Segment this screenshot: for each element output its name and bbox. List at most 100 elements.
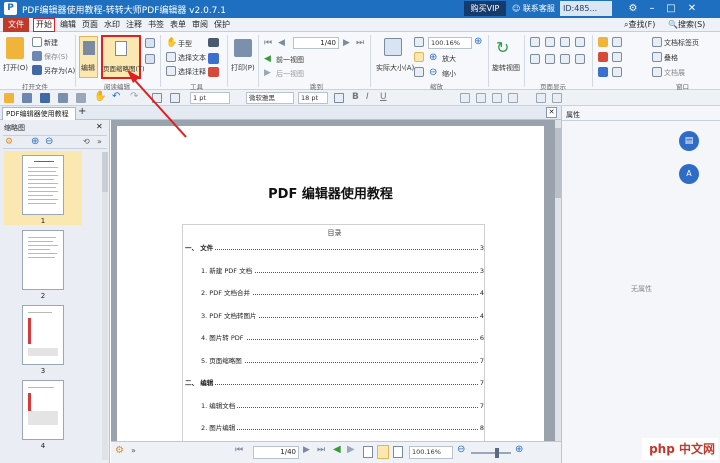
toc-entry[interactable]: 3. PDF 文档转图片 4 xyxy=(183,310,486,321)
doc-tabs-icon[interactable] xyxy=(652,37,662,47)
menu-annotate[interactable]: 注释 xyxy=(125,18,143,32)
status-last-page-icon[interactable]: ⏭ xyxy=(317,445,325,455)
buy-vip-button[interactable]: 购买VIP xyxy=(464,1,506,16)
align-center-icon[interactable] xyxy=(476,93,486,103)
print-icon[interactable] xyxy=(234,39,252,57)
menu-file[interactable]: 文件 xyxy=(3,18,29,32)
status-single-view-icon[interactable] xyxy=(363,446,373,458)
thumb-rotate-icon[interactable]: ⟲ xyxy=(83,137,90,146)
align-right-icon[interactable] xyxy=(492,93,502,103)
settings-icon[interactable]: ⚙ xyxy=(626,2,640,15)
cascade-icon[interactable] xyxy=(612,52,622,62)
font-size-select[interactable]: 18 pt xyxy=(298,92,328,104)
fit-page-icon[interactable] xyxy=(145,38,155,48)
open-folder-icon[interactable] xyxy=(6,37,24,59)
menu-start[interactable]: 开始 xyxy=(33,18,55,32)
thumb-zoom-in-icon[interactable]: ⊕ xyxy=(31,136,39,147)
menu-form[interactable]: 表单 xyxy=(169,18,187,32)
thumbnail-scroll-thumb[interactable] xyxy=(102,152,108,192)
thumb-zoom-out-icon[interactable]: ⊖ xyxy=(45,136,53,147)
minimize-icon[interactable]: – xyxy=(645,2,659,15)
print-quick-icon[interactable] xyxy=(58,93,68,103)
font-family-select[interactable]: 微软雅黑 xyxy=(246,92,294,104)
save-as-button[interactable]: 另存为(A) xyxy=(44,66,75,76)
cover-icon[interactable] xyxy=(575,37,585,47)
fit-width-zoom-icon[interactable] xyxy=(414,67,424,77)
doc-split-button[interactable]: 文档展 xyxy=(664,68,685,78)
toc-entry[interactable]: 4. 图片转 PDF 6 xyxy=(183,333,486,343)
menu-review[interactable]: 审阅 xyxy=(191,18,209,32)
zoom-select[interactable]: 100.16% xyxy=(428,37,472,49)
zoom-out-button[interactable]: 缩小 xyxy=(442,69,456,79)
redo-icon[interactable]: ↷ xyxy=(130,91,138,102)
new-file-icon[interactable] xyxy=(32,37,42,47)
view-icon[interactable] xyxy=(612,37,622,47)
prev-page-icon[interactable]: ◀ xyxy=(278,38,285,48)
status-back-icon[interactable]: ◀ xyxy=(333,444,341,455)
scroll-icon[interactable] xyxy=(560,54,570,64)
bold-icon[interactable]: B xyxy=(352,92,359,102)
prev-view-icon[interactable]: ◀ xyxy=(264,54,271,64)
status-more-icon[interactable]: » xyxy=(131,446,136,455)
edit-button[interactable]: 编辑 xyxy=(79,36,98,78)
doc-tabs-button[interactable]: 文档标签页 xyxy=(664,38,699,48)
text-color-icon[interactable] xyxy=(334,93,344,103)
hand-tool-button[interactable]: 手型 xyxy=(178,39,192,49)
new-tab-icon[interactable]: + xyxy=(78,106,86,117)
status-next-page-icon[interactable]: ▶ xyxy=(303,445,310,455)
zoom-in-icon[interactable]: ⊕ xyxy=(429,52,437,63)
toc-entry[interactable]: 1. 编辑文档 7 xyxy=(183,400,486,411)
prev-view-button[interactable]: 前一视图 xyxy=(276,55,304,65)
menu-bookmark[interactable]: 书签 xyxy=(147,18,165,32)
line-width-select[interactable]: 1 pt xyxy=(190,92,230,104)
toc-entry[interactable]: 2. PDF 文档合并 4 xyxy=(183,288,486,298)
status-zoom-in-icon[interactable]: ⊕ xyxy=(515,444,523,455)
italic-icon[interactable]: I xyxy=(366,92,369,102)
zoom-slider-thumb[interactable] xyxy=(495,448,499,458)
thumb-options-icon[interactable]: ⚙ xyxy=(5,137,13,147)
line-spacing-icon[interactable] xyxy=(536,93,546,103)
arrange-icon[interactable] xyxy=(612,67,622,77)
fill-color-icon[interactable] xyxy=(170,93,180,103)
eraser-icon[interactable] xyxy=(208,67,219,77)
crop-icon[interactable] xyxy=(598,52,608,62)
actual-size-icon[interactable] xyxy=(384,38,402,56)
tile-icon[interactable] xyxy=(652,52,662,62)
hand-quick-icon[interactable]: ✋ xyxy=(94,91,106,102)
select-annotation-icon[interactable] xyxy=(166,66,176,76)
search-button[interactable]: 🔍搜索(S) xyxy=(668,18,716,32)
status-fit-page-icon[interactable] xyxy=(377,445,389,459)
single-page-icon[interactable] xyxy=(530,37,540,47)
undo-icon[interactable]: ↶ xyxy=(112,91,120,102)
zoom-in-button[interactable]: 放大 xyxy=(442,54,456,64)
facing-icon[interactable] xyxy=(560,37,570,47)
document-viewer[interactable]: PDF 编辑器使用教程 目录 一、 文件 3 1. 新建 PDF 文档 3 2. PDF… xyxy=(111,120,561,463)
grid-icon[interactable] xyxy=(545,54,555,64)
align-left-icon[interactable] xyxy=(460,93,470,103)
status-page-field[interactable]: 1/40 xyxy=(253,446,299,459)
fit-visible-icon[interactable] xyxy=(414,37,424,47)
split-icon[interactable] xyxy=(530,54,540,64)
thumbnail-page[interactable] xyxy=(22,230,64,290)
maximize-icon[interactable]: □ xyxy=(664,2,678,15)
status-settings-icon[interactable]: ⚙ xyxy=(115,445,124,456)
zoom-in-small-icon[interactable]: ⊕ xyxy=(474,36,482,47)
toc-entry[interactable]: 2. 图片编辑 8 xyxy=(183,423,486,433)
contact-service-link[interactable]: ☺ 联系客服 xyxy=(512,3,555,14)
toc-entry[interactable]: 5. 页面缩略图 7 xyxy=(183,355,486,366)
fit-page-zoom-icon[interactable] xyxy=(414,52,424,62)
save-button[interactable]: 保存(S) xyxy=(44,52,68,62)
fullscreen-icon[interactable] xyxy=(598,67,608,77)
new-button[interactable]: 新建 xyxy=(44,38,58,48)
justify-icon[interactable] xyxy=(508,93,518,103)
user-id-badge[interactable]: ID:485... xyxy=(560,1,612,16)
rotate-view-button[interactable]: 旋转视图 xyxy=(492,63,520,73)
menu-page[interactable]: 页面 xyxy=(81,18,99,32)
menu-watermark[interactable]: 水印 xyxy=(103,18,121,32)
next-view-button[interactable]: 后一视图 xyxy=(276,69,304,79)
save-as-quick-icon[interactable] xyxy=(40,93,50,103)
close-icon[interactable]: ✕ xyxy=(685,2,699,15)
stroke-color-icon[interactable] xyxy=(152,93,162,103)
save-quick-icon[interactable] xyxy=(22,93,32,103)
image-tool-icon[interactable] xyxy=(208,53,219,64)
